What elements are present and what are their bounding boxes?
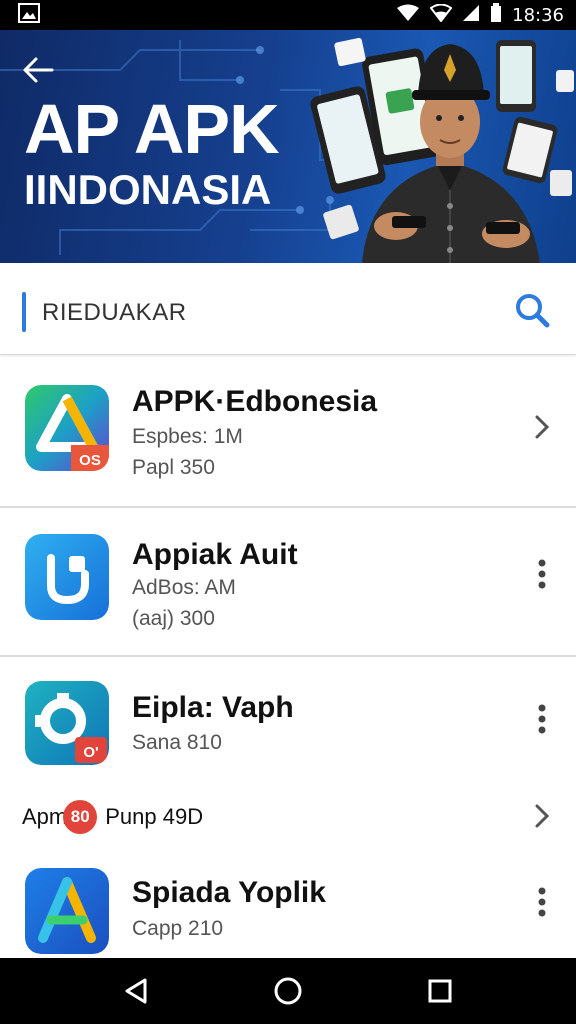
more-vert-icon <box>538 559 546 589</box>
app-title: Appiak Auit <box>132 538 298 571</box>
page-subtitle: IINDONASIA <box>24 166 272 213</box>
cell-signal-icon <box>462 4 480 27</box>
recents-square-icon <box>428 979 452 1003</box>
app-meta-size: (aaj) 300 <box>132 607 215 630</box>
search-button[interactable] <box>510 288 554 332</box>
open-app-button[interactable] <box>522 407 562 447</box>
chevron-right-icon <box>535 415 550 439</box>
list-item-app-3[interactable]: O' Eipla: Vaph Sana 810 <box>0 657 576 787</box>
wifi-icon <box>396 4 420 27</box>
app-icon-edbonesia: OS <box>25 385 109 471</box>
more-vert-icon <box>538 704 546 734</box>
inline-label: Punp 49D <box>105 804 204 829</box>
search-icon <box>516 294 550 328</box>
status-time: 18:36 <box>512 4 564 26</box>
signal-icon <box>429 3 453 27</box>
more-options-button[interactable] <box>522 554 562 594</box>
search-caret <box>22 292 26 332</box>
app-title: Eipla: Vaph <box>132 691 294 724</box>
system-nav-bar <box>0 958 576 1024</box>
inline-badge: 80 <box>63 800 98 834</box>
app-meta-downloads: AdBos: AM <box>132 576 236 599</box>
nav-recents-button[interactable] <box>418 969 462 1013</box>
list-item-app-2[interactable]: Appiak Auit AdBos: AM (aaj) 300 <box>0 508 576 656</box>
inline-prefix: Apm <box>22 804 68 829</box>
back-triangle-icon <box>125 978 147 1004</box>
person-with-phones-illustration <box>310 37 574 263</box>
page-title: AP APK <box>24 90 280 168</box>
app-icon-eipla: O' <box>25 681 109 765</box>
svg-text:OS: OS <box>79 452 101 469</box>
chevron-right-icon <box>535 804 550 828</box>
app-meta-size: Papl 350 <box>132 456 215 479</box>
back-button[interactable] <box>18 50 58 90</box>
app-title: APPK·Edbonesia <box>132 385 378 418</box>
notification-image-icon <box>18 2 40 28</box>
open-inline-button[interactable] <box>522 796 562 836</box>
home-circle-icon <box>274 977 302 1005</box>
list-item-app-1[interactable]: OS APPK·Edbonesia Espbes: 1M Papl 350 <box>0 357 576 507</box>
app-title: Spiada Yoplik <box>132 876 326 909</box>
list-item-inline[interactable]: Apm 80 Punp 49D <box>22 800 203 834</box>
nav-back-button[interactable] <box>114 969 158 1013</box>
more-options-button[interactable] <box>522 882 562 922</box>
back-arrow-icon <box>23 57 54 83</box>
more-options-button[interactable] <box>522 699 562 739</box>
search-input[interactable] <box>42 296 462 330</box>
app-meta-size: Sana 810 <box>132 731 222 754</box>
more-vert-icon <box>538 887 546 917</box>
nav-home-button[interactable] <box>266 969 310 1013</box>
battery-icon <box>490 2 502 28</box>
app-icon-aplak <box>25 534 109 620</box>
svg-text:O': O' <box>83 744 98 761</box>
app-meta-size: Capp 210 <box>132 917 224 940</box>
app-icon-spiada <box>25 868 109 954</box>
header-banner: AP APK IINDONASIA <box>0 30 576 263</box>
status-bar: 18:36 <box>0 0 576 30</box>
app-meta-downloads: Espbes: 1M <box>132 425 243 448</box>
list-item-app-4[interactable]: Spiada Yoplik Capp 210 <box>0 852 576 958</box>
